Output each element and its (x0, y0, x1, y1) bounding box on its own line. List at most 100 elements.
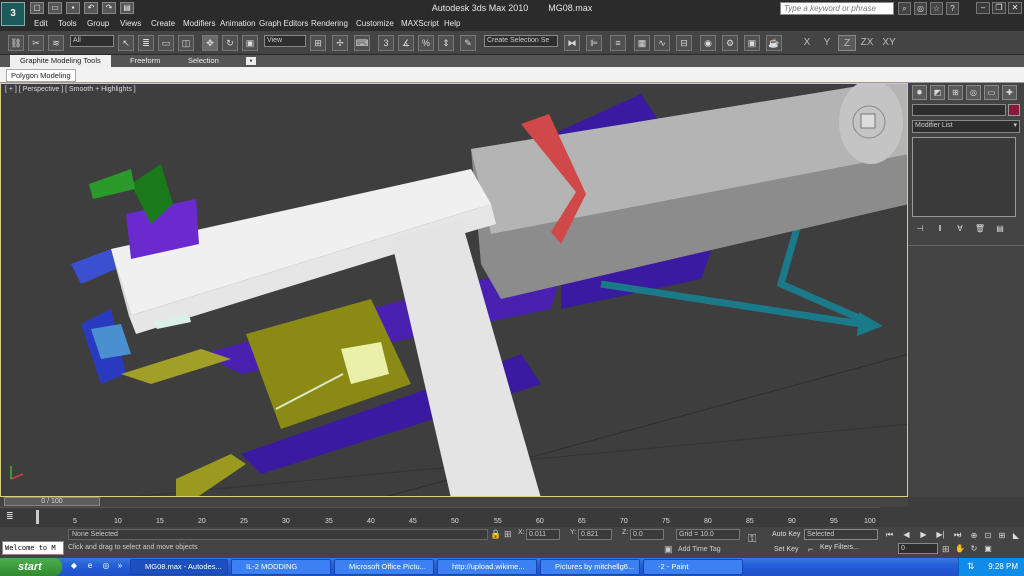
current-frame-marker[interactable] (36, 510, 39, 524)
key-selection-select[interactable]: Selected (804, 529, 878, 540)
menu-views[interactable]: Views (120, 19, 141, 28)
key-filters-button[interactable]: Key Filters... (820, 544, 878, 555)
bind-space-warp-icon[interactable]: ≋ (48, 35, 64, 51)
tab-selection[interactable]: Selection (188, 56, 219, 65)
window-crossing-icon[interactable]: ◫ (178, 35, 194, 51)
configure-modifier-sets-icon[interactable]: ▤ (994, 223, 1006, 235)
tab-graphite-modeling-tools[interactable]: Graphite Modeling Tools (10, 55, 111, 67)
auto-key-button[interactable]: Auto Key (772, 531, 800, 538)
absolute-mode-icon[interactable]: ⊞ (504, 529, 512, 540)
remove-modifier-icon[interactable]: 🗑 (974, 223, 986, 235)
maximize-viewport-icon[interactable]: ▣ (982, 543, 994, 554)
sight-knob[interactable] (89, 169, 135, 199)
quicklaunch-media-icon[interactable]: ◎ (100, 561, 112, 573)
edit-named-selection-icon[interactable]: ✎ (460, 35, 476, 51)
help-icon[interactable]: ? (946, 2, 959, 15)
rectangular-selection-icon[interactable]: ▭ (158, 35, 174, 51)
set-key-icon[interactable]: ⚿ (748, 533, 756, 546)
utilities-tab-icon[interactable]: ✚ (1002, 85, 1017, 100)
menu-group[interactable]: Group (87, 19, 109, 28)
key-mode-icon[interactable]: ⌐ (808, 544, 813, 554)
hierarchy-tab-icon[interactable]: ⊞ (948, 85, 963, 100)
quicklaunch-ie-icon[interactable]: e (84, 561, 96, 573)
taskbar-item-pictures[interactable]: Pictures by mitchellg6... (540, 559, 640, 575)
object-color-swatch[interactable] (1008, 104, 1020, 116)
viewport-label[interactable]: [ + ] [ Perspective ] [ Smooth + Highlig… (5, 86, 136, 93)
render-production-icon[interactable]: ☕ (766, 35, 782, 51)
subscription-icon[interactable]: ◎ (914, 2, 927, 15)
restore-icon[interactable]: ❐ (992, 2, 1006, 14)
olive-foregrip[interactable] (176, 454, 246, 497)
select-and-scale-icon[interactable]: ▣ (242, 35, 258, 51)
percent-snap-icon[interactable]: % (418, 35, 434, 51)
menu-customize[interactable]: Customize (356, 19, 394, 28)
curve-editor-icon[interactable]: ∿ (654, 35, 670, 51)
modify-tab-icon[interactable]: ◩ (930, 85, 945, 100)
field-of-view-icon[interactable]: ◣ (1010, 530, 1022, 541)
mirror-icon[interactable]: ⧓ (564, 35, 580, 51)
play-icon[interactable]: ▶ (916, 530, 931, 540)
set-key-button[interactable]: Set Key (774, 546, 799, 553)
spinner-snap-icon[interactable]: ⇕ (438, 35, 454, 51)
previous-frame-icon[interactable]: ◀ (899, 530, 914, 540)
x-coordinate-field[interactable]: 0.011 (526, 529, 560, 540)
menu-help[interactable]: Help (444, 19, 460, 28)
minimize-icon[interactable]: – (976, 2, 990, 14)
zoom-icon[interactable]: ⌕ (954, 530, 966, 541)
modifier-list-select[interactable]: Modifier List (912, 120, 1020, 133)
reference-coordinate-select[interactable]: View (264, 35, 306, 47)
orbit-icon[interactable]: ↻ (968, 543, 980, 554)
manipulate-icon[interactable]: ✢ (332, 35, 348, 51)
select-and-rotate-icon[interactable]: ↻ (222, 35, 238, 51)
pivot-center-icon[interactable]: ⊞ (310, 35, 326, 51)
y-coordinate-field[interactable]: 0.821 (578, 529, 612, 540)
menu-rendering[interactable]: Rendering (311, 19, 348, 28)
start-button[interactable]: start (0, 558, 62, 576)
align-icon[interactable]: ⊫ (586, 35, 602, 51)
viewcube-icon[interactable] (860, 113, 876, 129)
close-icon[interactable]: ✕ (1008, 2, 1022, 14)
modifier-stack[interactable] (912, 137, 1016, 217)
keyboard-shortcut-override-icon[interactable]: ⌨ (354, 35, 370, 51)
current-frame-field[interactable]: 0 (898, 543, 938, 554)
menu-graph-editors[interactable]: Graph Editors (259, 19, 308, 28)
blue-handle-upper[interactable] (71, 249, 116, 284)
display-tab-icon[interactable]: ▭ (984, 85, 999, 100)
menu-maxscript[interactable]: MAXScript (401, 19, 439, 28)
menu-create[interactable]: Create (151, 19, 175, 28)
open-mini-curve-editor-icon[interactable]: ≣ (6, 511, 20, 523)
selection-filter-select[interactable]: All (70, 35, 114, 47)
polygon-modeling-button[interactable]: Polygon Modeling (6, 69, 76, 82)
quicklaunch-3dsmax-icon[interactable]: ◆ (68, 561, 80, 573)
maxscript-listener-input[interactable]: Welcome to M (2, 541, 64, 555)
add-time-tag-button[interactable]: Add Time Tag (678, 546, 721, 553)
lock-selection-icon[interactable]: 🔒 (490, 529, 501, 540)
time-tag-icon[interactable]: ▣ (664, 544, 673, 555)
graphite-toggle-icon[interactable]: ▦ (634, 35, 650, 51)
menu-edit[interactable]: Edit (34, 19, 48, 28)
layer-manager-icon[interactable]: ≡ (610, 35, 626, 51)
zoom-all-icon[interactable]: ⊕ (968, 530, 980, 541)
axis-xy-button[interactable]: XY (880, 35, 898, 51)
make-unique-icon[interactable]: ∀ (954, 223, 966, 235)
quicklaunch-more-icon[interactable]: » (114, 561, 126, 573)
olive-charger[interactable] (121, 349, 231, 384)
angle-snap-icon[interactable]: ∡ (398, 35, 414, 51)
clock[interactable]: 9:28 PM (988, 562, 1018, 571)
zoom-extents-all-icon[interactable]: ⊞ (996, 530, 1008, 541)
axis-zx-button[interactable]: ZX (858, 35, 876, 51)
network-tray-icon[interactable]: ⇅ (967, 561, 975, 572)
render-setup-icon[interactable]: ⚙ (722, 35, 738, 51)
menu-tools[interactable]: Tools (58, 19, 77, 28)
taskbar-item-il2-modding[interactable]: IL-2 MODDING (231, 559, 331, 575)
snaps-toggle-icon[interactable]: 3 (378, 35, 394, 51)
app-logo-button[interactable]: 3 (1, 2, 25, 26)
axis-z-button[interactable]: Z (838, 35, 856, 51)
motion-tab-icon[interactable]: ◎ (966, 85, 981, 100)
select-object-icon[interactable]: ↖ (118, 35, 134, 51)
bipod-foot-2[interactable] (857, 312, 883, 336)
trackbar[interactable]: ≣ 5 10 15 20 25 30 35 40 45 50 55 60 65 … (0, 507, 880, 527)
taskbar-item-office-picture[interactable]: Microsoft Office Pictu... (334, 559, 434, 575)
create-tab-icon[interactable]: ✹ (912, 85, 927, 100)
menu-animation[interactable]: Animation (220, 19, 256, 28)
